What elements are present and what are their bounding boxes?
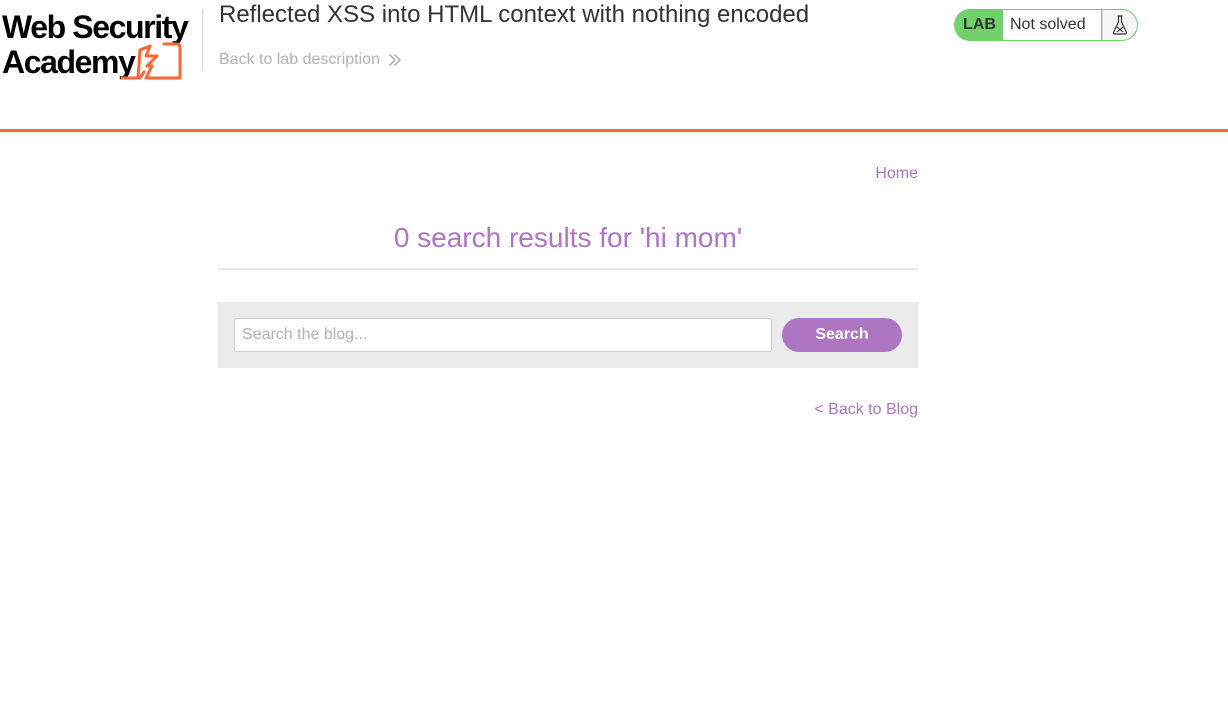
- search-input[interactable]: [234, 318, 772, 352]
- flask-button[interactable]: [1102, 10, 1137, 40]
- double-chevron-right-icon: [389, 54, 401, 66]
- logo-line-1: Web Security: [2, 9, 189, 45]
- search-button[interactable]: Search: [782, 318, 902, 352]
- heading-divider: [218, 268, 918, 270]
- back-to-blog-link[interactable]: < Back to Blog: [814, 400, 918, 420]
- lab-status-widget: LAB Not solved: [954, 9, 1138, 41]
- lab-badge: LAB: [963, 16, 996, 33]
- logo-line-2: Academy: [2, 44, 136, 80]
- lab-status-text: Not solved: [1003, 10, 1101, 40]
- lab-title: Reflected XSS into HTML context with not…: [219, 1, 810, 28]
- search-results-heading: 0 search results for 'hi mom': [393, 222, 743, 253]
- back-to-lab-description-link[interactable]: Back to lab description: [219, 50, 402, 70]
- back-link-label: Back to lab description: [219, 51, 380, 68]
- logo-divider: [202, 10, 203, 71]
- academy-header: Web Security Academy Reflected XSS into …: [0, 0, 1228, 132]
- web-security-academy-logo[interactable]: Web Security Academy: [0, 8, 200, 80]
- blog-search-panel: Search: [218, 302, 918, 368]
- flask-icon: [1112, 15, 1128, 35]
- home-link[interactable]: Home: [875, 164, 918, 184]
